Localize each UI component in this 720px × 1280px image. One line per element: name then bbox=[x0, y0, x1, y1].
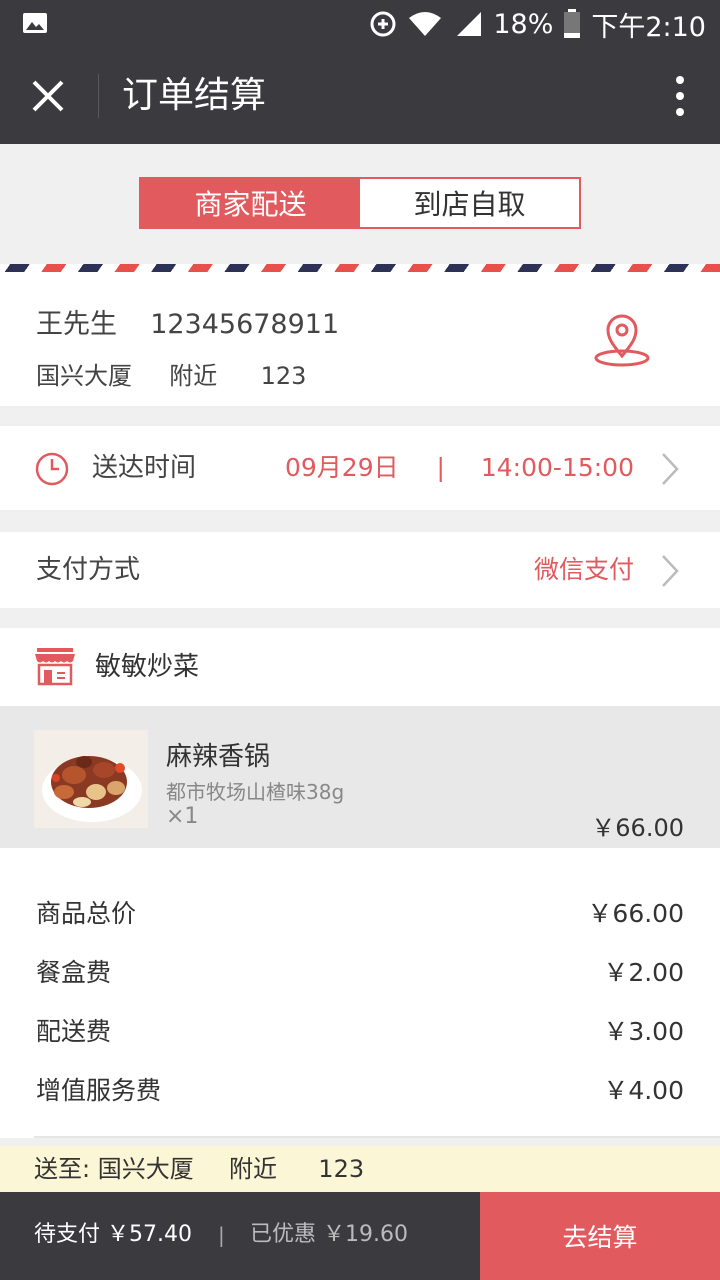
address-detail: 123 bbox=[260, 362, 307, 390]
close-icon[interactable] bbox=[22, 72, 74, 120]
data-saver-icon bbox=[370, 11, 396, 37]
item-image bbox=[34, 730, 148, 828]
deliver-to-area: 附近 bbox=[229, 1155, 278, 1183]
item-description: 都市牧场山楂味38g bbox=[166, 780, 345, 804]
address-line: 国兴大厦 附近 123 bbox=[36, 356, 306, 391]
signal-icon bbox=[457, 12, 482, 36]
discount-amount: 已优惠 ￥19.60 bbox=[250, 1222, 408, 1247]
address-card[interactable]: 王先生 12345678911 国兴大厦 附近 123 bbox=[0, 272, 720, 406]
recipient-name: 王先生 bbox=[36, 309, 117, 340]
summary-value: ￥2.00 bbox=[603, 958, 684, 987]
delivery-time-value: 09月29日 | 14:00-15:00 bbox=[285, 426, 634, 510]
battery-percent: 18% bbox=[493, 8, 554, 40]
delivery-window: 14:00-15:00 bbox=[480, 453, 634, 482]
summary-divider bbox=[34, 1136, 720, 1138]
summary-label: 餐盒费 bbox=[36, 958, 112, 987]
deliver-to-building: 国兴大厦 bbox=[97, 1155, 194, 1183]
item-price: ￥66.00 bbox=[591, 814, 684, 842]
tab-merchant-delivery[interactable]: 商家配送 bbox=[141, 179, 360, 227]
delivery-time-row[interactable]: 送达时间 09月29日 | 14:00-15:00 bbox=[0, 426, 720, 510]
shop-name: 敏敏炒菜 bbox=[95, 652, 200, 682]
payment-label: 支付方式 bbox=[36, 555, 141, 585]
more-options-icon[interactable] bbox=[672, 74, 688, 118]
store-icon bbox=[35, 648, 75, 686]
summary-value: ￥3.00 bbox=[603, 1017, 684, 1046]
clock-time: 下午2:10 bbox=[591, 11, 706, 43]
title-bar: 订单结算 bbox=[0, 48, 720, 144]
location-pin-icon[interactable] bbox=[592, 312, 652, 368]
summary-value: ￥66.00 bbox=[587, 899, 684, 928]
clock-icon bbox=[35, 452, 69, 486]
chevron-right-icon bbox=[662, 555, 679, 587]
summary-row: 商品总价 ￥66.00 bbox=[36, 894, 684, 934]
delivery-time-label: 送达时间 bbox=[92, 453, 197, 483]
status-bar: 18% 下午2:10 bbox=[0, 0, 720, 48]
title-divider bbox=[98, 74, 99, 118]
wifi-icon bbox=[409, 12, 442, 36]
bottom-separator: | bbox=[218, 1223, 225, 1247]
recipient-line: 王先生 12345678911 bbox=[36, 302, 339, 341]
chevron-right-icon bbox=[662, 453, 679, 485]
deliver-to-notice: 送至: 国兴大厦 附近 123 bbox=[0, 1146, 720, 1192]
delivery-separator: | bbox=[436, 453, 445, 482]
page-title: 订单结算 bbox=[122, 75, 267, 116]
delivery-mode-area: 商家配送 到店自取 bbox=[0, 144, 720, 264]
checkout-button[interactable]: 去结算 bbox=[480, 1192, 720, 1280]
pending-amount: 待支付 ￥57.40 bbox=[34, 1222, 192, 1247]
delivery-date: 09月29日 bbox=[285, 453, 399, 482]
deliver-to-detail: 123 bbox=[318, 1155, 365, 1183]
summary-row: 增值服务费 ￥4.00 bbox=[36, 1071, 684, 1111]
summary-label: 配送费 bbox=[36, 1017, 112, 1046]
image-notification-icon bbox=[23, 13, 47, 33]
checkout-bar: 待支付 ￥57.40 | 已优惠 ￥19.60 去结算 bbox=[0, 1192, 720, 1280]
item-name: 麻辣香锅 bbox=[166, 742, 271, 772]
airmail-border bbox=[0, 264, 720, 272]
address-building: 国兴大厦 bbox=[36, 362, 132, 390]
deliver-to-prefix: 送至: bbox=[34, 1155, 91, 1183]
item-quantity: ×1 bbox=[166, 804, 199, 829]
summary-value: ￥4.00 bbox=[603, 1076, 684, 1105]
payment-method-row[interactable]: 支付方式 微信支付 bbox=[0, 532, 720, 608]
delivery-mode-tabs: 商家配送 到店自取 bbox=[139, 177, 581, 229]
order-item: 麻辣香锅 都市牧场山楂味38g ×1 ￥66.00 bbox=[0, 706, 720, 848]
tab-store-pickup[interactable]: 到店自取 bbox=[360, 179, 579, 227]
shop-header: 敏敏炒菜 bbox=[0, 628, 720, 706]
battery-icon bbox=[564, 9, 581, 38]
price-summary: 商品总价 ￥66.00 餐盒费 ￥2.00 配送费 ￥3.00 增值服务费 ￥4… bbox=[0, 848, 720, 1138]
summary-row: 配送费 ￥3.00 bbox=[36, 1012, 684, 1052]
payment-value: 微信支付 bbox=[533, 555, 634, 584]
address-area: 附近 bbox=[169, 362, 218, 390]
summary-row: 餐盒费 ￥2.00 bbox=[36, 953, 684, 993]
summary-label: 增值服务费 bbox=[36, 1076, 162, 1105]
recipient-phone: 12345678911 bbox=[150, 309, 340, 340]
summary-label: 商品总价 bbox=[36, 899, 137, 928]
